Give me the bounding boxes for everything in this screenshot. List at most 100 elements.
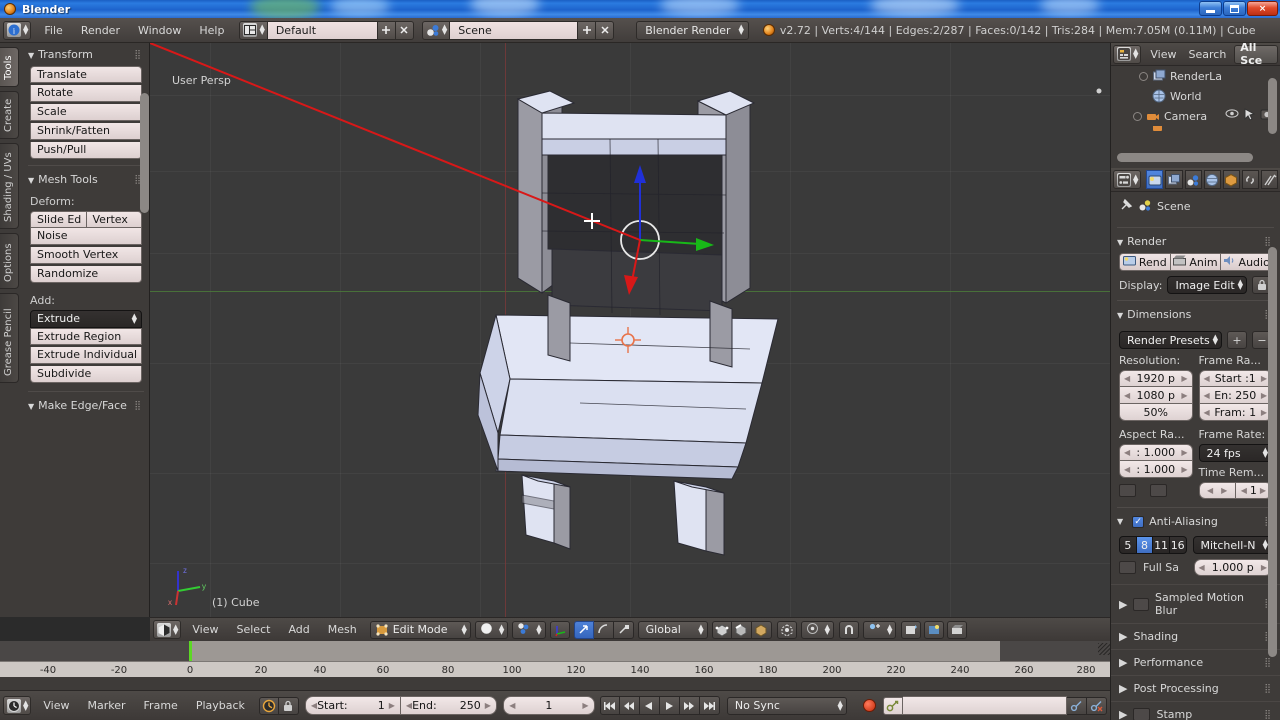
sidebar-item-create[interactable]: Create (0, 91, 19, 139)
jump-end-button[interactable] (699, 696, 720, 715)
tab-render-layers[interactable] (1165, 170, 1183, 189)
tab-object[interactable] (1222, 170, 1240, 189)
randomize-button[interactable]: Randomize (30, 266, 142, 283)
outliner-hscrollbar[interactable] (1117, 153, 1253, 162)
screen-layout-button[interactable]: ▲ ▼ (239, 20, 268, 40)
crop-toggle[interactable] (1150, 484, 1167, 497)
time-remap-new-field[interactable]: ◀ 1 ▶ (1235, 482, 1272, 499)
aspect-x-field[interactable]: ◀: 1.000 ▶ (1119, 444, 1193, 461)
smooth-vertex-button[interactable]: Smooth Vertex (30, 247, 142, 264)
pin-icon[interactable] (1119, 198, 1133, 215)
manipulator-rotate-button[interactable] (593, 620, 614, 639)
anti-aliasing-checkbox[interactable]: ✓ (1132, 515, 1145, 528)
cursor-arrow-icon[interactable] (1244, 108, 1256, 124)
aa-sample-5[interactable]: 5 (1119, 536, 1137, 554)
interaction-mode-selector[interactable]: Edit Mode ▲ ▼ (369, 620, 471, 639)
rotate-button[interactable]: Rotate (30, 85, 142, 102)
frame-step-field[interactable]: ◀ Fram: 1 ▶ (1198, 404, 1272, 421)
add-preset-button[interactable]: + (1227, 331, 1247, 349)
lock-time-button[interactable] (278, 696, 299, 715)
aa-sample-16[interactable]: 16 (1169, 536, 1187, 554)
outliner-item-world[interactable]: World (1111, 86, 1280, 106)
sync-mode-selector[interactable]: No Sync ▲ ▼ (726, 696, 847, 715)
menu-frame[interactable]: Frame (135, 697, 187, 714)
slide-vertex-button[interactable]: Vertex (86, 211, 142, 228)
outliner-item-renderlayers[interactable]: RenderLa (1111, 66, 1280, 86)
screen-layout-value[interactable]: Default (267, 20, 378, 40)
extrude-individual-button[interactable]: Extrude Individual (30, 347, 142, 364)
extrude-dropdown[interactable]: Extrude ▲ ▼ (30, 310, 142, 328)
delete-layout-button[interactable] (395, 20, 414, 40)
edge-select-button[interactable] (731, 620, 752, 639)
motion-blur-toggle[interactable] (1133, 597, 1149, 611)
jump-start-button[interactable] (599, 696, 620, 715)
limit-selection-visible-button[interactable] (776, 620, 797, 639)
menu-view[interactable]: View (34, 697, 78, 714)
panel-header-performance[interactable]: ▶ Performance ⣿ (1111, 649, 1280, 675)
menu-playback[interactable]: Playback (187, 697, 254, 714)
frame-back-button[interactable] (619, 696, 640, 715)
frame-forward-button[interactable] (679, 696, 700, 715)
outliner-tree[interactable]: RenderLa World Camera (1111, 66, 1280, 168)
sidebar-item-options[interactable]: Options (0, 233, 19, 289)
timeline-start-field[interactable]: ◀ Start: 1 ▶ (304, 696, 401, 715)
play-button[interactable] (659, 696, 680, 715)
tool-shelf-scrollbar[interactable] (140, 93, 149, 213)
auto-keyframe-record-icon[interactable] (862, 699, 876, 712)
minimize-button[interactable] (1199, 1, 1222, 16)
sidebar-item-grease-pencil[interactable]: Grease Pencil (0, 293, 19, 383)
play-reverse-button[interactable] (639, 696, 660, 715)
outliner-item-partial[interactable] (1111, 126, 1280, 134)
push-pull-button[interactable]: Push/Pull (30, 142, 142, 159)
frame-start-field[interactable]: ◀ Start :1 ▶ (1198, 370, 1272, 387)
aa-filter-dropdown[interactable]: Mitchell-N ▲ ▼ (1192, 536, 1272, 554)
sidebar-item-tools[interactable]: Tools (0, 47, 19, 87)
panel-header-mesh-tools[interactable]: ▼ Mesh Tools ⣿ (22, 168, 150, 191)
menu-select[interactable]: Select (228, 621, 280, 638)
shrink-fatten-button[interactable]: Shrink/Fatten (30, 123, 142, 140)
tab-constraints[interactable] (1241, 170, 1259, 189)
manipulator-toggle-button[interactable] (549, 620, 570, 639)
render-only-button[interactable] (901, 620, 922, 639)
panel-header-make-edge-face[interactable]: ▼ Make Edge/Face ⣿ (22, 394, 150, 417)
tab-render[interactable] (1146, 170, 1164, 189)
viewport-render-button[interactable] (924, 620, 945, 639)
snap-magnet-button[interactable] (839, 620, 860, 639)
menu-view[interactable]: View (183, 621, 227, 638)
aa-sample-11[interactable]: 11 (1153, 536, 1170, 554)
menu-view[interactable]: View (1144, 46, 1182, 63)
panel-header-anti-aliasing[interactable]: ▼ ✓ Anti-Aliasing ⣿ (1111, 510, 1280, 533)
aa-filter-size-field[interactable]: ◀ 1.000 p ▶ (1193, 559, 1272, 576)
extrude-region-button[interactable]: Extrude Region (30, 328, 142, 345)
menu-add[interactable]: Add (279, 621, 318, 638)
face-select-button[interactable] (751, 620, 772, 639)
panel-header-transform[interactable]: ▼ Transform ⣿ (22, 43, 150, 66)
outliner-item-camera[interactable]: Camera (1111, 106, 1280, 126)
outliner-display-mode[interactable]: All Sce (1234, 41, 1278, 67)
outliner-editor-type-selector[interactable]: ▲ ▼ (1113, 44, 1142, 64)
timeline-editor-type-selector[interactable]: ▲ ▼ (3, 696, 32, 715)
menu-file[interactable]: File (35, 22, 71, 39)
viewport-render-animation-button[interactable] (947, 620, 968, 639)
menu-marker[interactable]: Marker (79, 697, 135, 714)
noise-button[interactable]: Noise (30, 228, 142, 245)
expand-toggle-icon[interactable] (1139, 71, 1148, 81)
expand-toggle-icon[interactable] (1133, 111, 1142, 121)
frame-rate-dropdown[interactable]: 24 fps ▲ ▼ (1198, 444, 1272, 462)
timeline-end-field[interactable]: ◀ End: 250 ▶ (400, 696, 497, 715)
sidebar-item-shading-uvs[interactable]: Shading / UVs (0, 143, 19, 229)
stamp-toggle[interactable] (1133, 708, 1151, 720)
keying-set-icon[interactable] (882, 696, 903, 715)
outliner-vscrollbar[interactable] (1268, 78, 1277, 134)
properties-panels[interactable]: Scene ▼ Render ⣿ Rend Anim Audio Display… (1111, 192, 1280, 720)
properties-editor-type-selector[interactable]: ▲ ▼ (1113, 170, 1142, 189)
auto-keyframe-button[interactable] (258, 696, 279, 715)
menu-search[interactable]: Search (1183, 46, 1233, 63)
display-mode-dropdown[interactable]: Image Edit ▲ ▼ (1167, 276, 1247, 294)
full-sample-toggle[interactable] (1119, 561, 1136, 574)
current-frame-field[interactable]: ◀ 1 ▶ (502, 696, 595, 715)
resolution-percent-field[interactable]: 50% (1119, 404, 1193, 421)
render-image-button[interactable]: Rend (1119, 253, 1171, 271)
snap-target-selector[interactable]: ▲ ▼ (863, 620, 897, 639)
subdivide-button[interactable]: Subdivide (30, 366, 142, 383)
